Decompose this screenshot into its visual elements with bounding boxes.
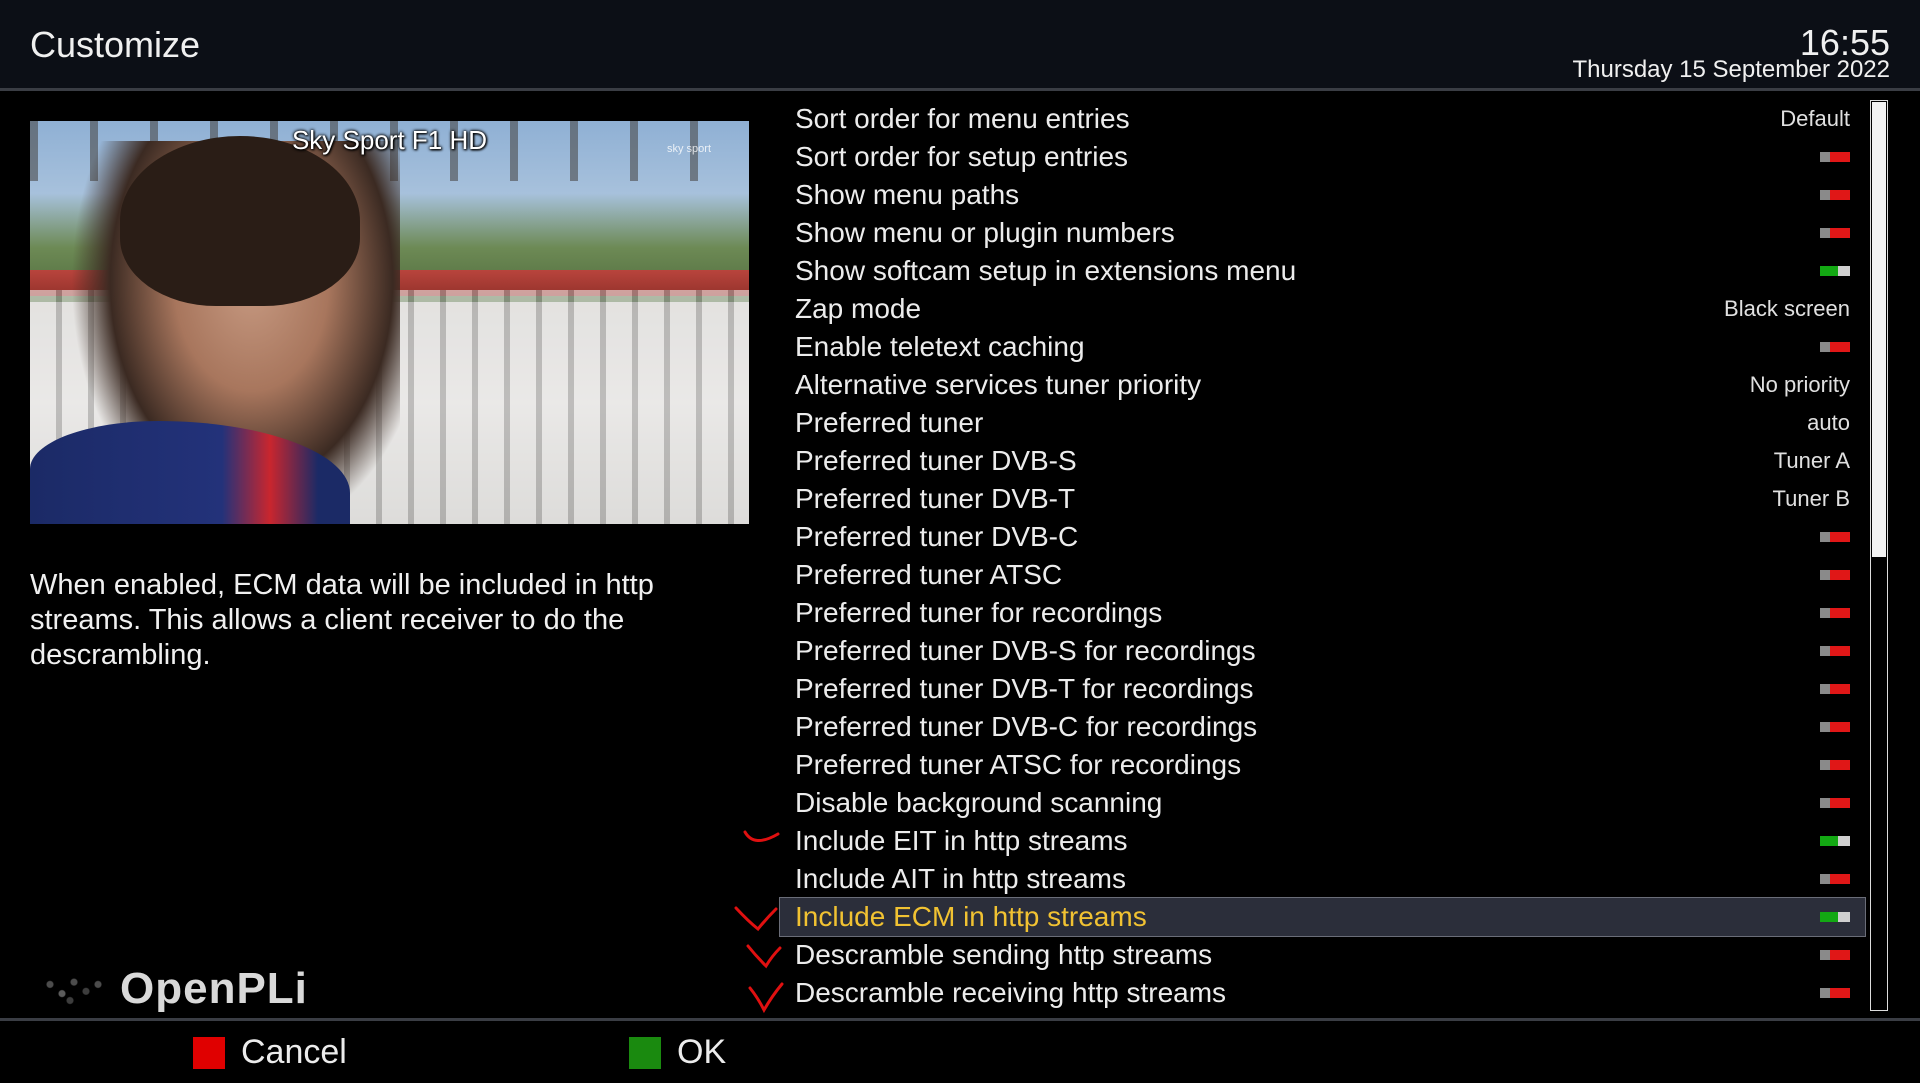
setting-label: Show menu or plugin numbers: [795, 217, 1175, 248]
red-key-icon: [193, 1036, 225, 1069]
toggle-off-icon[interactable]: [1820, 874, 1850, 884]
broadcaster-logo: sky sport: [666, 143, 711, 155]
annotation-check-icon: [743, 830, 780, 842]
title-bar: Customize 16:55 Thursday 15 September 20…: [0, 0, 1920, 91]
setting-value[interactable]: No priority: [1750, 366, 1850, 404]
scrollbar-thumb[interactable]: [1872, 102, 1886, 557]
setting-label: Include ECM in http streams: [795, 901, 1147, 932]
setting-row[interactable]: Sort order for setup entries: [780, 138, 1865, 176]
setting-description: When enabled, ECM data will be included …: [30, 569, 654, 671]
video-preview: Sky Sport F1 HD sky sport: [30, 121, 749, 524]
toggle-off-icon[interactable]: [1820, 798, 1850, 808]
scrollbar[interactable]: [1870, 100, 1888, 1011]
toggle-on-icon[interactable]: [1820, 912, 1850, 922]
setting-label: Include AIT in http streams: [795, 863, 1126, 894]
setting-label: Preferred tuner DVB-C for recordings: [795, 711, 1258, 742]
toggle-off-icon[interactable]: [1820, 570, 1850, 580]
brand-logo: OpenPLi: [34, 964, 308, 1014]
setting-label: Show softcam setup in extensions menu: [795, 255, 1297, 286]
setting-row[interactable]: Include AIT in http streams: [780, 860, 1865, 898]
toggle-on-icon[interactable]: [1820, 266, 1850, 276]
cancel-button[interactable]: Cancel: [193, 1033, 347, 1072]
setting-row[interactable]: Show menu or plugin numbers: [780, 214, 1865, 252]
setting-label: Disable background scanning: [795, 787, 1163, 818]
toggle-off-icon[interactable]: [1820, 608, 1850, 618]
toggle-off-icon[interactable]: [1820, 988, 1850, 998]
setting-value[interactable]: Tuner A: [1774, 442, 1850, 480]
toggle-off-icon[interactable]: [1820, 342, 1850, 352]
toggle-on-icon[interactable]: [1820, 836, 1850, 846]
setting-label: Preferred tuner ATSC: [795, 559, 1063, 590]
channel-name: Sky Sport F1 HD: [291, 125, 488, 155]
toggle-off-icon[interactable]: [1820, 152, 1850, 162]
setting-value[interactable]: Tuner B: [1773, 480, 1850, 518]
green-key-icon: [629, 1036, 661, 1069]
setting-row[interactable]: Sort order for menu entries Default: [780, 100, 1865, 138]
world-map-icon: [34, 966, 114, 1012]
setting-label: Preferred tuner DVB-S: [795, 445, 1077, 476]
setting-row[interactable]: Preferred tuner DVB-C for recordings: [780, 708, 1865, 746]
ok-label: OK: [677, 1033, 727, 1071]
setting-label: Preferred tuner DVB-T for recordings: [795, 673, 1254, 704]
setting-value[interactable]: Default: [1780, 100, 1850, 138]
setting-label: Include EIT in http streams: [795, 825, 1128, 856]
toggle-off-icon[interactable]: [1820, 722, 1850, 732]
setting-label: Preferred tuner: [795, 407, 984, 438]
setting-row[interactable]: Descramble receiving http streams: [780, 974, 1865, 1012]
setting-row[interactable]: Preferred tuner ATSC: [780, 556, 1865, 594]
ok-button[interactable]: OK: [629, 1033, 726, 1072]
setting-label: Sort order for setup entries: [795, 141, 1129, 172]
toggle-off-icon[interactable]: [1820, 646, 1850, 656]
toggle-off-icon[interactable]: [1820, 190, 1850, 200]
setting-label: Preferred tuner DVB-T: [795, 483, 1076, 514]
toggle-off-icon[interactable]: [1820, 760, 1850, 770]
setting-label: Enable teletext caching: [795, 331, 1085, 362]
setting-label: Preferred tuner DVB-S for recordings: [795, 635, 1256, 666]
setting-row[interactable]: Include EIT in http streams: [780, 822, 1865, 860]
annotation-check-icon: [734, 906, 778, 932]
toggle-off-icon[interactable]: [1820, 684, 1850, 694]
setting-row[interactable]: Alternative services tuner priority No pr…: [780, 366, 1865, 404]
setting-row[interactable]: Include ECM in http streams: [779, 897, 1866, 937]
setting-row[interactable]: Show softcam setup in extensions menu: [780, 252, 1865, 290]
setting-row[interactable]: Preferred tuner DVB-T Tuner B: [780, 480, 1865, 518]
setting-label: Descramble sending http streams: [795, 939, 1213, 970]
setting-label: Preferred tuner for recordings: [795, 597, 1163, 628]
setting-row[interactable]: Disable background scanning: [780, 784, 1865, 822]
setting-row[interactable]: Preferred tuner DVB-T for recordings: [780, 670, 1865, 708]
setting-row[interactable]: Descramble sending http streams: [780, 936, 1865, 974]
setting-row[interactable]: Preferred tuner auto: [780, 404, 1865, 442]
setting-label: Alternative services tuner priority: [795, 369, 1202, 400]
setting-label: Sort order for menu entries: [795, 103, 1130, 134]
setting-row[interactable]: Preferred tuner DVB-S Tuner A: [780, 442, 1865, 480]
setting-label: Zap mode: [795, 293, 922, 324]
setting-label: Show menu paths: [795, 179, 1020, 210]
setting-row[interactable]: Enable teletext caching: [780, 328, 1865, 366]
toggle-off-icon[interactable]: [1820, 228, 1850, 238]
setting-label: Preferred tuner ATSC for recordings: [795, 749, 1242, 780]
setting-label: Preferred tuner DVB-C: [795, 521, 1079, 552]
cancel-label: Cancel: [241, 1033, 347, 1071]
button-bar: Cancel OK: [0, 1018, 1920, 1083]
setting-row[interactable]: Zap mode Black screen: [780, 290, 1865, 328]
setting-label: Descramble receiving http streams: [795, 977, 1227, 1008]
setting-row[interactable]: Preferred tuner for recordings: [780, 594, 1865, 632]
brand-name: OpenPLi: [120, 964, 308, 1013]
toggle-off-icon[interactable]: [1820, 532, 1850, 542]
annotation-check-icon: [746, 944, 782, 969]
setting-value[interactable]: Black screen: [1724, 290, 1850, 328]
date: Thursday 15 September 2022: [1572, 56, 1890, 83]
settings-list[interactable]: Sort order for menu entries Default Sort o…: [779, 100, 1866, 1012]
setting-row[interactable]: Preferred tuner DVB-C: [780, 518, 1865, 556]
annotation-check-icon: [748, 982, 784, 1014]
setting-row[interactable]: Preferred tuner DVB-S for recordings: [780, 632, 1865, 670]
screen-title: Customize: [30, 24, 201, 65]
toggle-off-icon[interactable]: [1820, 950, 1850, 960]
setting-row[interactable]: Show menu paths: [780, 176, 1865, 214]
setting-row[interactable]: Preferred tuner ATSC for recordings: [780, 746, 1865, 784]
setting-value[interactable]: auto: [1807, 404, 1850, 442]
